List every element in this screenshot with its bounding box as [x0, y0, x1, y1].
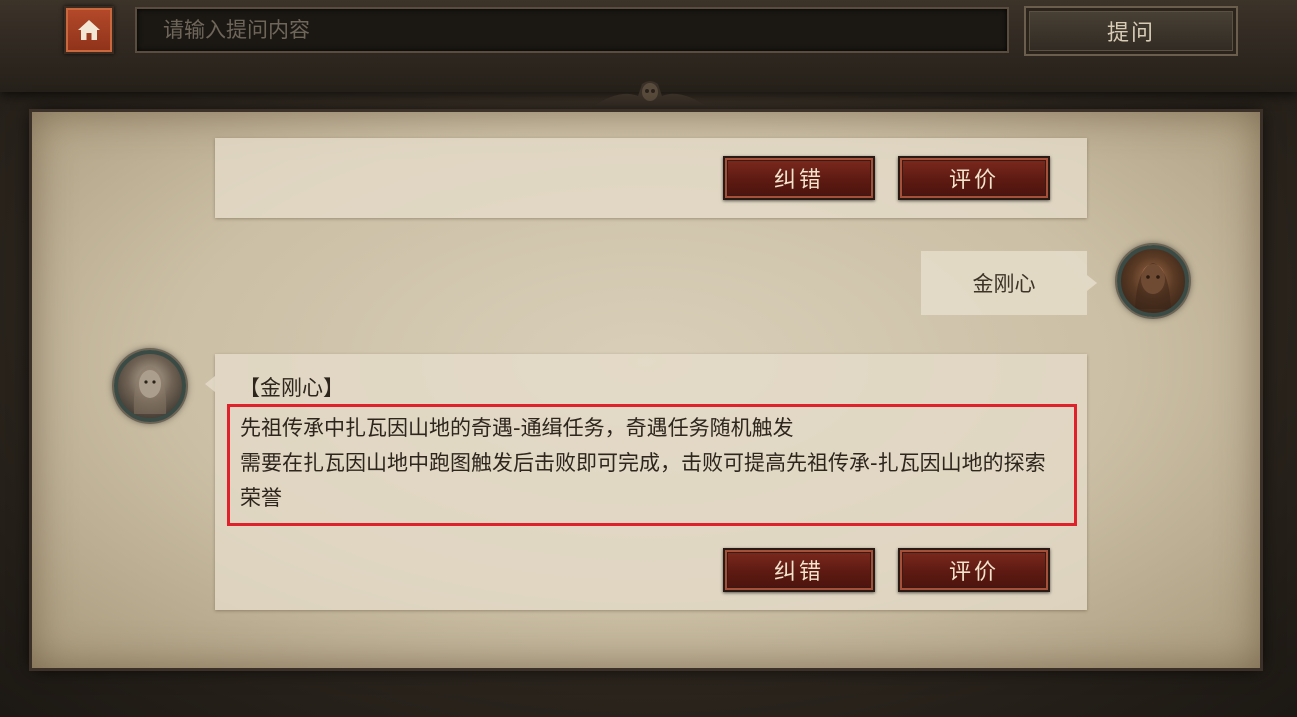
- previous-answer-card: 纠错 评价: [215, 138, 1087, 218]
- home-button[interactable]: [64, 6, 114, 54]
- ask-button[interactable]: 提问: [1024, 6, 1238, 56]
- answer-line: 需要在扎瓦因山地中跑图触发后击败即可完成，击败可提高先祖传承-扎瓦因山地的探索荣…: [240, 451, 1046, 510]
- answer-card: 【金刚心】 先祖传承中扎瓦因山地的奇遇-通缉任务，奇遇任务随机触发 需要在扎瓦因…: [205, 354, 1087, 610]
- answer-content-highlight: 先祖传承中扎瓦因山地的奇遇-通缉任务，奇遇任务随机触发 需要在扎瓦因山地中跑图触…: [227, 404, 1077, 526]
- correct-button-label: 纠错: [773, 560, 824, 585]
- assistant-avatar: [114, 350, 186, 422]
- rate-button[interactable]: 评价: [898, 548, 1050, 592]
- rate-button-label: 评价: [948, 560, 999, 585]
- correct-button[interactable]: 纠错: [723, 156, 875, 200]
- rate-button-label: 评价: [948, 168, 999, 193]
- rate-button[interactable]: 评价: [898, 156, 1050, 200]
- answer-title: 【金刚心】: [239, 376, 344, 400]
- question-input-box[interactable]: [135, 7, 1009, 53]
- user-portrait-icon: [1135, 263, 1171, 309]
- ask-button-label: 提问: [1106, 21, 1155, 46]
- user-message-text: 金刚心: [972, 272, 1036, 296]
- skull-ornament-icon: [590, 81, 710, 108]
- user-avatar: [1117, 245, 1189, 317]
- correct-button-label: 纠错: [773, 168, 824, 193]
- answer-line: 先祖传承中扎瓦因山地的奇遇-通缉任务，奇遇任务随机触发: [240, 416, 794, 440]
- correct-button[interactable]: 纠错: [723, 548, 875, 592]
- assistant-portrait-icon: [133, 366, 167, 414]
- user-message-bubble: 金刚心: [921, 251, 1097, 315]
- question-input[interactable]: [137, 9, 1007, 51]
- home-icon: [78, 20, 100, 40]
